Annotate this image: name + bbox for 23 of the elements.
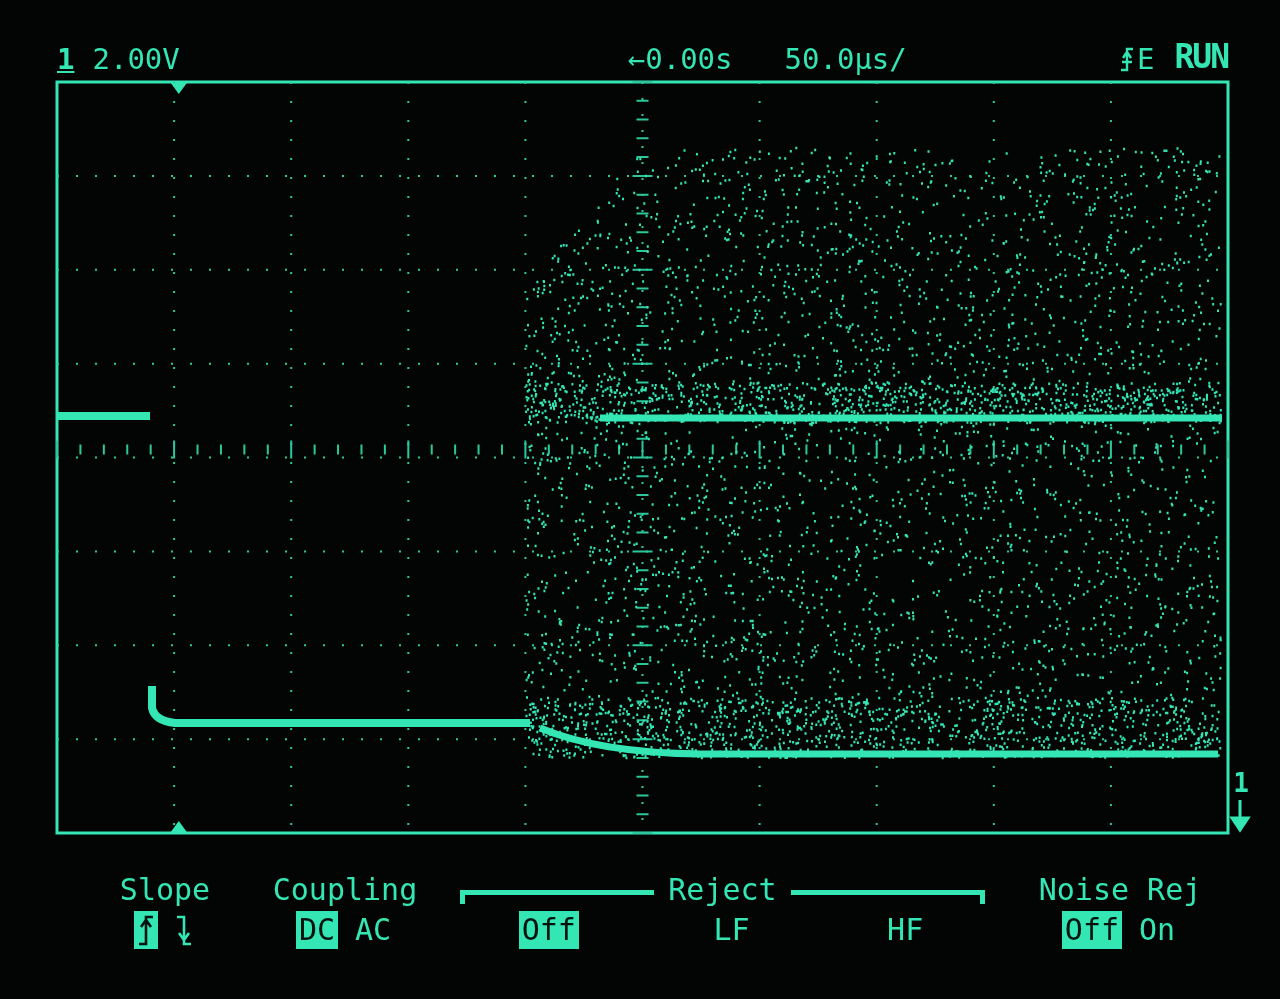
softkey-option[interactable]: Off <box>518 911 579 949</box>
softkey-label: Reject <box>668 872 777 907</box>
volts-per-div: 2.00V <box>92 42 180 76</box>
trigger-delay: ←0.00s <box>627 42 733 76</box>
softkey-label: Slope <box>119 872 211 907</box>
trigger-position-marker <box>170 821 187 832</box>
softkey-option[interactable]: DC <box>295 911 338 949</box>
softkey-label: Noise Rej <box>1038 872 1202 907</box>
trigger-position-marker <box>170 83 187 94</box>
trigger-edge-icon <box>1118 46 1135 72</box>
down-arrow-icon <box>1230 798 1250 833</box>
softkey-option[interactable]: HF <box>884 911 927 949</box>
softkey-option[interactable]: On <box>1136 911 1179 949</box>
trigger-source: E <box>1136 42 1155 76</box>
softkey-option[interactable]: AC <box>352 911 395 949</box>
rising-edge-option[interactable] <box>134 911 158 949</box>
channel-number: 1 <box>57 42 75 76</box>
softkey-option[interactable]: Off <box>1061 911 1123 949</box>
run-status: RUN <box>1174 37 1228 76</box>
time-per-div: 50.0µs/ <box>784 42 907 76</box>
softkey-option[interactable]: LF <box>710 911 753 949</box>
softkey-label: Coupling <box>272 872 418 907</box>
trigger-level-label: 1 <box>1233 768 1249 798</box>
